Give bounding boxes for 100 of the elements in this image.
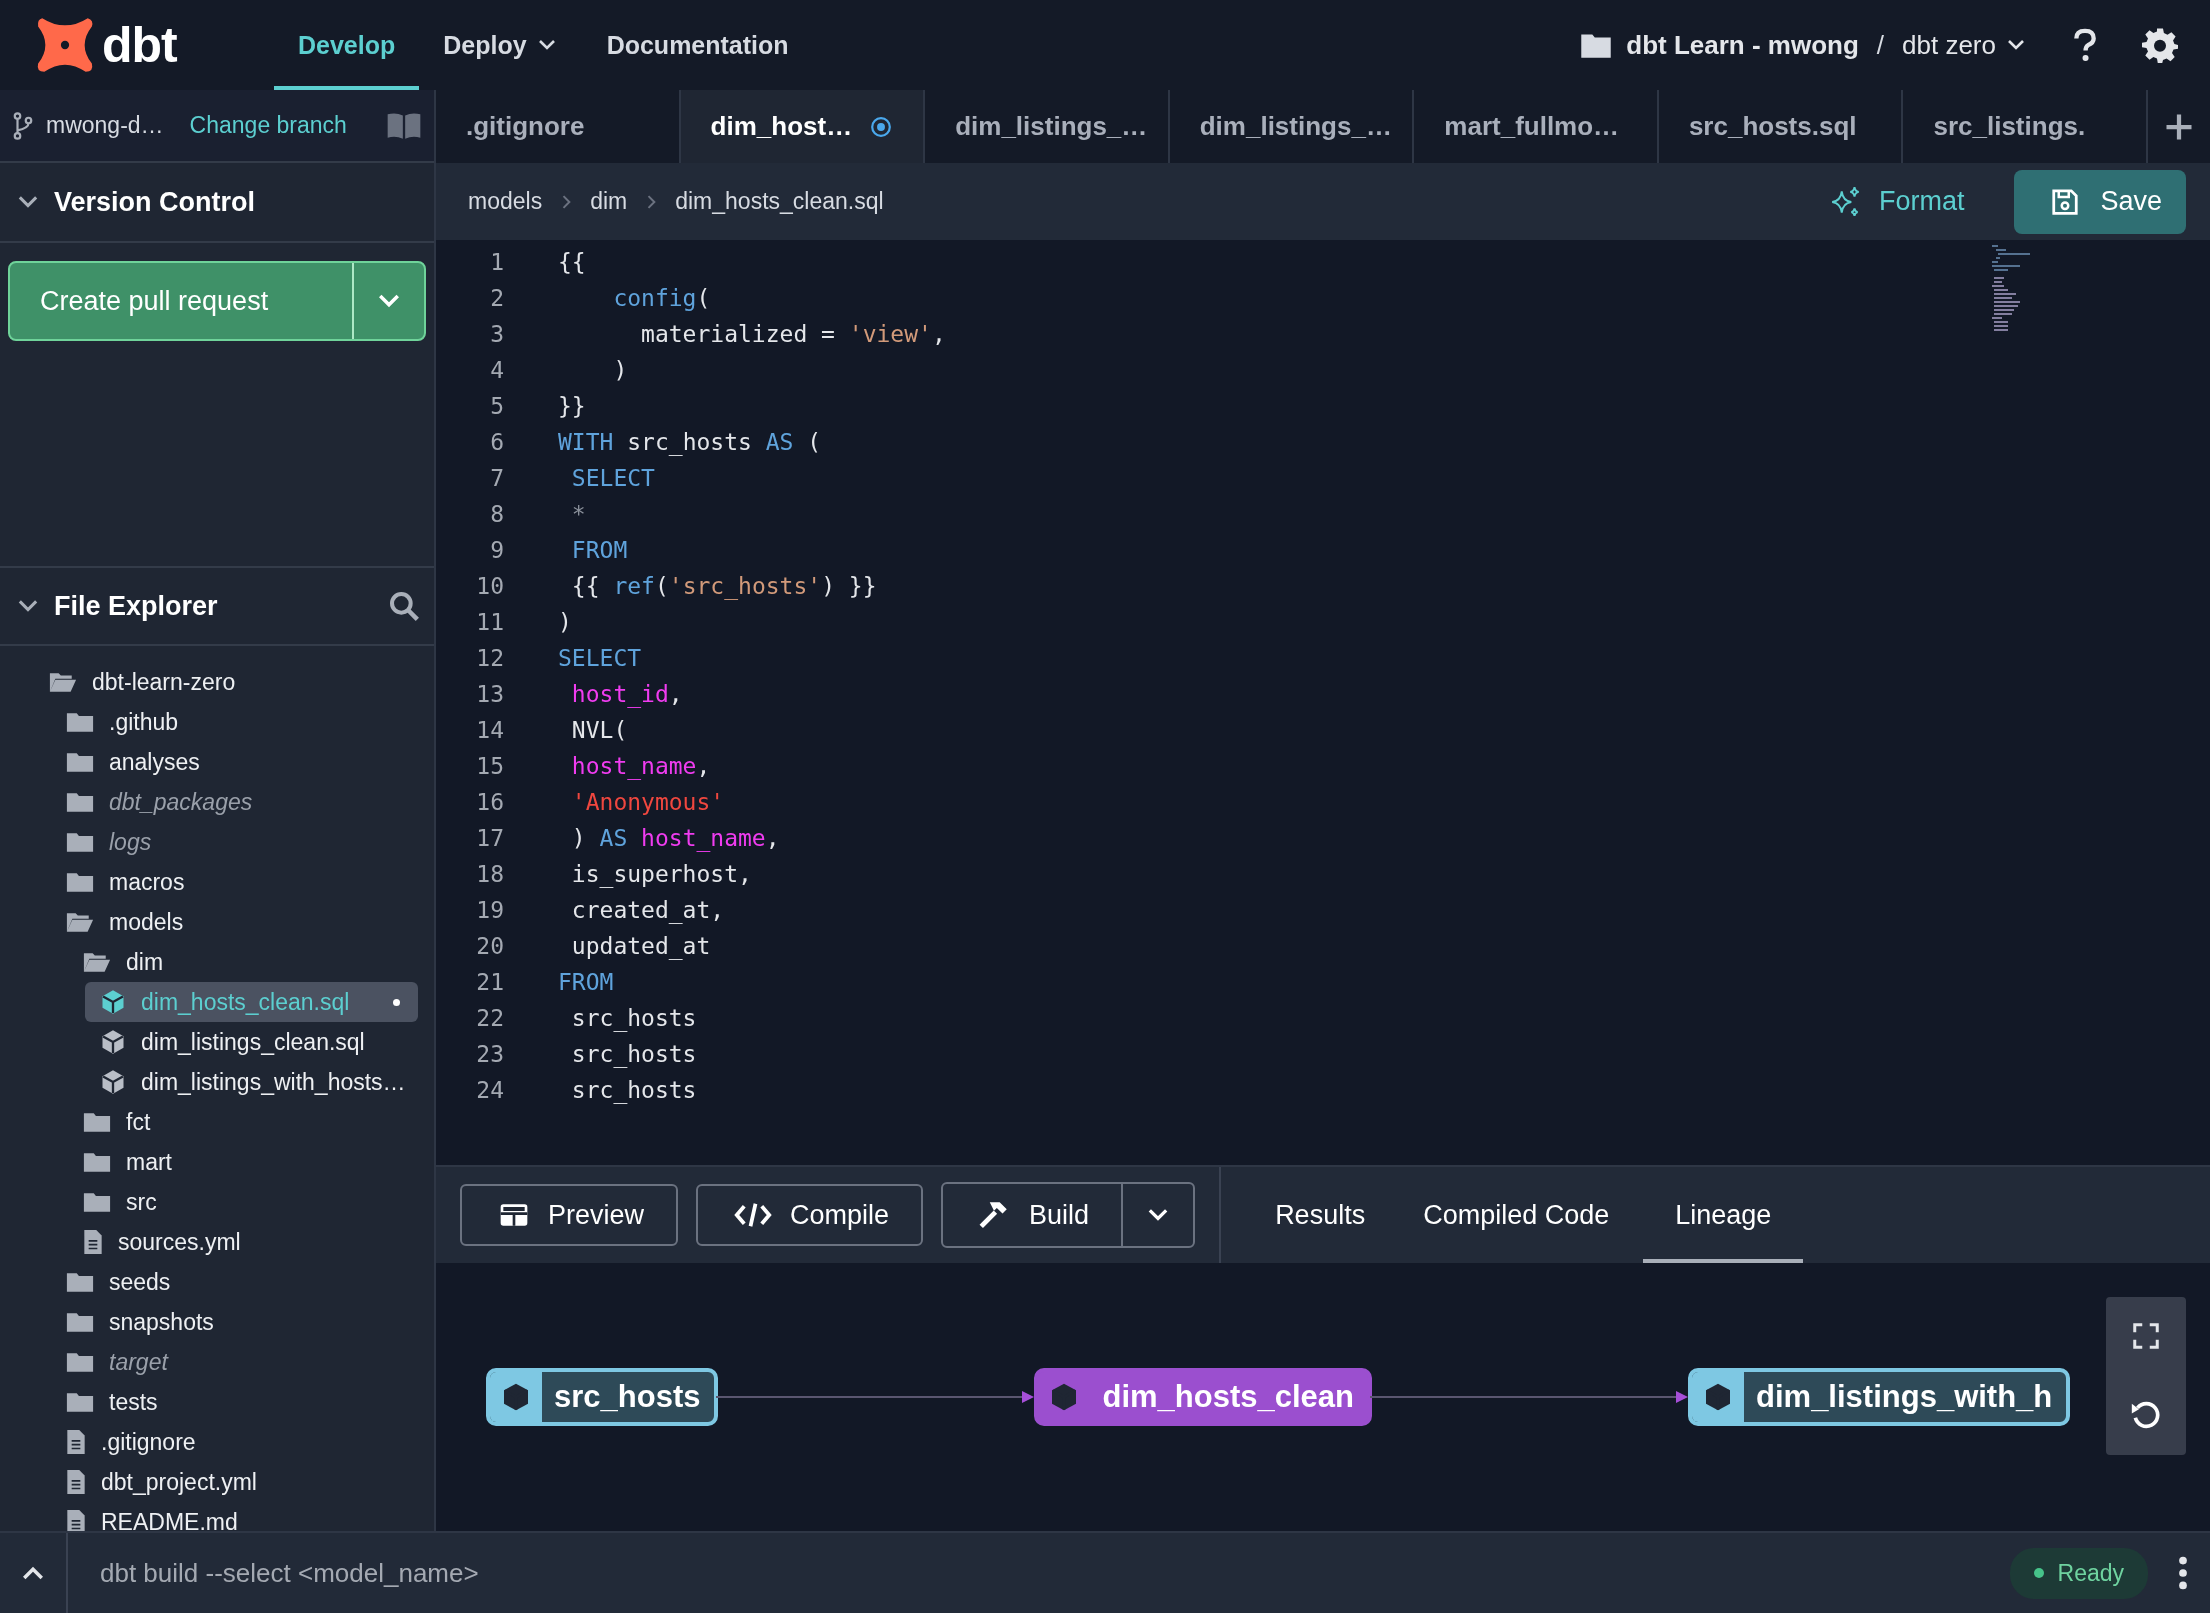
search-icon[interactable] (388, 590, 420, 622)
file-tree-item[interactable]: dim (80, 942, 418, 982)
folder-icon (65, 1270, 95, 1294)
run-button[interactable]: Build (943, 1184, 1122, 1246)
file-name: src (126, 1188, 157, 1216)
model-node[interactable]: dim_hosts_clean (1034, 1368, 1372, 1426)
file-tree-item[interactable]: dim_listings_clean.sql (97, 1022, 418, 1062)
code-line: NVL( (570, 717, 628, 743)
file-tree-item[interactable]: src (80, 1182, 418, 1222)
file-tree-item[interactable]: dim_listings_with_hosts… (97, 1062, 418, 1102)
file-tree-item[interactable]: logs (63, 822, 418, 862)
file-tree-item[interactable]: dbt_packages (63, 782, 418, 822)
file-tree-item[interactable]: dbt-learn-zero (46, 662, 418, 702)
folder-icon (65, 790, 95, 814)
book-icon[interactable] (386, 111, 422, 140)
file-tree-item[interactable]: models (63, 902, 418, 942)
line-number: 5 (489, 393, 504, 419)
line-number: 16 (475, 789, 504, 815)
code-line: src_hosts (570, 1005, 697, 1031)
line-number: 24 (475, 1077, 504, 1103)
folder-icon (1580, 31, 1613, 59)
code-line: created_at, (570, 897, 725, 923)
format-button[interactable]: Format (1828, 184, 1965, 219)
file-tree-item[interactable]: .gitignore (63, 1422, 418, 1462)
file-tree-item[interactable]: dim_hosts_clean.sql (85, 982, 418, 1022)
line-number: 7 (489, 465, 504, 491)
build-split-button[interactable]: Build (941, 1182, 1196, 1248)
version-control-header[interactable]: Version Control (0, 163, 434, 243)
open-folder-icon (82, 950, 112, 974)
nav-tab[interactable]: Documentation (582, 0, 813, 90)
line-number: 11 (475, 609, 504, 635)
model-node[interactable]: dim_listings_with_h (1688, 1368, 2071, 1426)
code-line: {{ ref('src_hosts') }} (570, 573, 877, 599)
file-name: dbt-learn-zero (92, 668, 236, 696)
line-number: 2 (489, 285, 504, 311)
run-button[interactable]: Compile (696, 1184, 924, 1246)
file-tree-item[interactable]: tests (63, 1382, 418, 1422)
change-branch-link[interactable]: Change branch (189, 112, 347, 139)
file-name: snapshots (109, 1308, 214, 1336)
line-number: 19 (475, 897, 504, 923)
line-number: 1 (489, 249, 504, 275)
code-line: FROM (558, 969, 614, 995)
file-name: mart (126, 1148, 172, 1176)
code-line: host_name, (570, 753, 711, 779)
settings-icon[interactable] (2142, 27, 2178, 63)
file-name: macros (109, 868, 185, 896)
file-tree-item[interactable]: .github (63, 702, 418, 742)
file-name: dim_hosts_clean.sql (141, 988, 350, 1016)
help-icon[interactable] (2072, 27, 2098, 63)
breadcrumb-link[interactable]: models (468, 188, 543, 215)
file-name: target (109, 1348, 168, 1376)
code-line: {{ (558, 249, 586, 275)
line-number: 17 (475, 825, 504, 851)
output-tab[interactable]: Results (1251, 1167, 1390, 1263)
file-name: models (109, 908, 184, 936)
file-tree-item[interactable]: README.md (63, 1502, 418, 1531)
file-tree-item[interactable]: fct (80, 1102, 418, 1142)
file-tree-item[interactable]: dbt_project.yml (63, 1462, 418, 1502)
folder-icon (65, 710, 95, 734)
code-line: * (570, 501, 586, 527)
file-name: README.md (101, 1508, 238, 1531)
breadcrumb-link[interactable]: dim_hosts_clean.sql (675, 188, 884, 215)
line-number: 15 (475, 753, 504, 779)
line-number: 23 (475, 1041, 504, 1067)
folder-icon (65, 1350, 95, 1374)
branch-name: mwong-d… (46, 112, 164, 139)
file-tree-item[interactable]: mart (80, 1142, 418, 1182)
file-name: dim (126, 948, 164, 976)
code-line: is_superhost, (570, 861, 752, 887)
command-input[interactable]: dbt build --select <model_name> (98, 1556, 1980, 1590)
code-line: config( (612, 285, 711, 311)
file-tree-item[interactable]: target (63, 1342, 418, 1382)
folder-icon (82, 1190, 112, 1214)
breadcrumb-link[interactable]: dim (590, 188, 628, 215)
account-name: dbt Learn - mwong (1626, 29, 1859, 61)
file-tree-item[interactable]: snapshots (63, 1302, 418, 1342)
line-number: 21 (475, 969, 504, 995)
save-button[interactable]: Save (2014, 169, 2186, 234)
nav-tab[interactable]: Deploy (419, 0, 583, 90)
model-node[interactable]: src_hosts (486, 1368, 719, 1426)
file-explorer-header[interactable]: File Explorer (0, 566, 434, 646)
file-tree-item[interactable]: analyses (63, 742, 418, 782)
project-selector[interactable]: dbt zero (1902, 29, 2028, 61)
more-icon[interactable] (2178, 1556, 2188, 1590)
file-tree-item[interactable]: sources.yml (80, 1222, 418, 1262)
modified-dot (393, 998, 400, 1006)
code-line: FROM (570, 537, 628, 563)
run-button[interactable]: Preview (460, 1184, 679, 1246)
file-tree-item[interactable]: macros (63, 862, 418, 902)
file-tab[interactable]: dim_host… (680, 90, 926, 163)
file-tree-item[interactable]: seeds (63, 1262, 418, 1302)
line-number: 10 (475, 573, 504, 599)
file-name: dim_listings_clean.sql (141, 1028, 365, 1056)
output-tab[interactable]: Compiled Code (1399, 1167, 1634, 1263)
code-line: ) AS host_name, (570, 825, 780, 851)
code-line: updated_at (570, 933, 711, 959)
line-number: 22 (475, 1005, 504, 1031)
unsaved-dot-icon (870, 115, 893, 138)
code-line: SELECT (570, 465, 655, 491)
expand-icon[interactable] (2131, 1320, 2161, 1351)
